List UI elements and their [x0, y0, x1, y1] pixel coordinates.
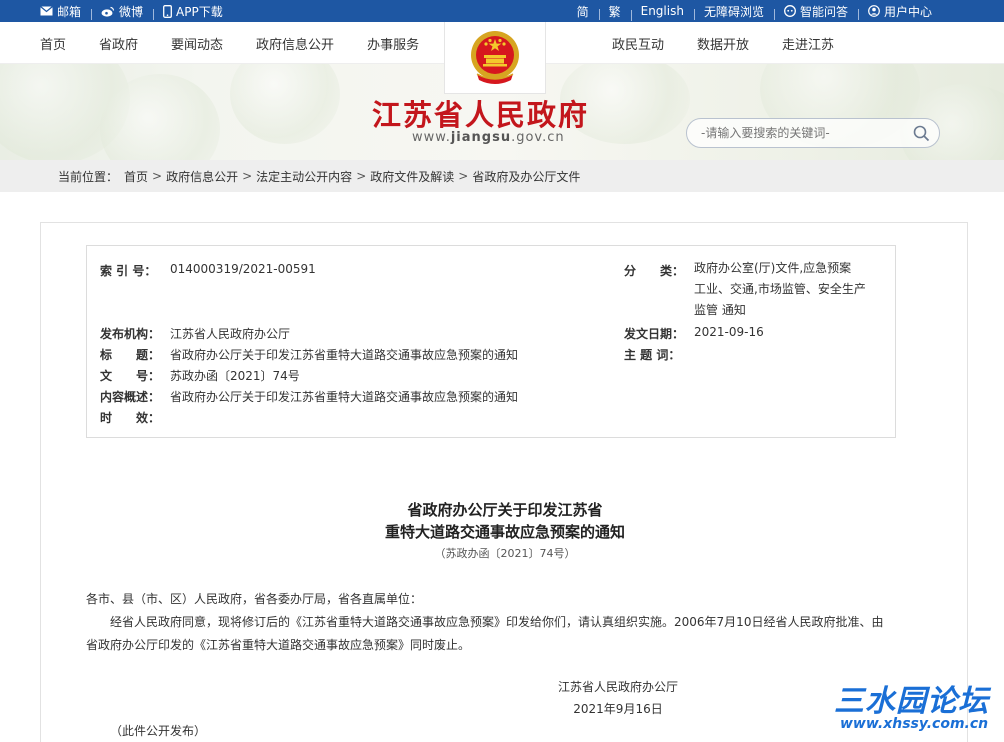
topbar-right-links: 简 繁 English 无障碍浏览 智能问答 用户中心 [567, 0, 942, 22]
breadcrumb-item[interactable]: 省政府及办公厅文件 [472, 168, 580, 185]
document-sign-date: 2021年9月16日 [573, 702, 663, 716]
nav-left-group: 首页 省政府 要闻动态 政府信息公开 办事服务 [40, 22, 419, 64]
breadcrumb-item[interactable]: 法定主动公开内容 [256, 168, 352, 185]
meta-summary-row: 内容概述： 省政府办公厅关于印发江苏省重特大道路交通事故应急预案的通知 [100, 388, 518, 405]
meta-value: 2021-09-16 [694, 325, 764, 339]
search-box [686, 118, 940, 148]
user-icon [868, 5, 880, 17]
url-prefix: www. [412, 130, 451, 145]
document-title-line-1: 省政府办公厅关于印发江苏省 [407, 501, 603, 519]
nav-home[interactable]: 首页 [40, 34, 66, 53]
document-metadata-table: 索 引 号： 014000319/2021-00591 分 类： 政府办公室(厅… [86, 245, 896, 438]
breadcrumb-label: 当前位置： [58, 169, 119, 184]
meta-label: 标 题： [100, 348, 161, 362]
document-footnote: （此件公开发布） [110, 724, 207, 738]
meta-label: 主 题 词： [624, 348, 681, 362]
meta-value: 省政府办公厅关于印发江苏省重特大道路交通事故应急预案的通知 [170, 348, 519, 362]
meta-index-row: 索 引 号： 014000319/2021-00591 [100, 262, 316, 279]
nav-interaction[interactable]: 政民互动 [612, 34, 664, 53]
meta-label: 分 类： [624, 264, 685, 278]
topbar-left-links: 邮箱 微博 APP下载 [40, 0, 233, 22]
meta-value: 政府办公室(厅)文件,应急预案 工业、交通,市场监管、安全生产监管 通知 [694, 261, 866, 317]
meta-label: 索 引 号： [100, 264, 157, 278]
nav-right-group: 政民互动 数据开放 走进江苏 [612, 22, 834, 64]
meta-label: 内容概述： [100, 390, 161, 404]
meta-category-row: 分 类： 政府办公室(厅)文件,应急预案 工业、交通,市场监管、安全生产监管 通… [624, 261, 866, 321]
breadcrumb: 当前位置： 首页 > 政府信息公开 > 法定主动公开内容 > 政府文件及解读 >… [58, 160, 580, 192]
watermark-url: www.xhssy.com.cn [840, 716, 989, 732]
nav-info-disclosure[interactable]: 政府信息公开 [256, 34, 334, 53]
national-emblem-tab[interactable] [444, 22, 546, 94]
meta-label: 发布机构： [100, 327, 161, 341]
url-domain: jiangsu [450, 130, 512, 145]
nav-provincial-government[interactable]: 省政府 [99, 34, 138, 53]
breadcrumb-item[interactable]: 政府文件及解读 [370, 168, 454, 185]
nav-open-data[interactable]: 数据开放 [697, 34, 749, 53]
breadcrumb-separator: > [242, 169, 253, 183]
breadcrumb-item[interactable]: 政府信息公开 [166, 168, 238, 185]
main-navigation: 首页 省政府 要闻动态 政府信息公开 办事服务 政民互动 数据开放 走进江苏 [0, 22, 1004, 94]
phone-icon [163, 4, 172, 18]
meta-value: 苏政办函〔2021〕74号 [170, 369, 300, 383]
meta-label: 文 号： [100, 369, 161, 383]
weibo-icon [101, 6, 115, 17]
meta-label: 时 效： [100, 411, 161, 425]
mail-link-label: 邮箱 [57, 4, 82, 19]
meta-validity-row: 时 效： [100, 409, 170, 426]
traditional-label: 繁 [608, 4, 621, 19]
nav-about-jiangsu[interactable]: 走进江苏 [782, 34, 834, 53]
simplified-chinese-link[interactable]: 简 [567, 3, 599, 20]
meta-title-row: 标 题： 省政府办公厅关于印发江苏省重特大道路交通事故应急预案的通知 [100, 346, 518, 363]
forum-watermark-logo: 三水园论坛 www.xhssy.com.cn [834, 676, 1004, 738]
document-title-line-2: 重特大道路交通事故应急预案的通知 [384, 523, 625, 541]
meta-docno-row: 文 号： 苏政办函〔2021〕74号 [100, 367, 300, 384]
breadcrumb-item[interactable]: 首页 [124, 168, 148, 185]
breadcrumb-separator: > [152, 169, 163, 183]
search-input[interactable] [701, 124, 901, 142]
accessibility-label: 无障碍浏览 [703, 4, 764, 19]
document-number: （苏政办函〔2021〕74号） [434, 547, 576, 560]
breadcrumb-separator: > [356, 169, 367, 183]
meta-subject-row: 主 题 词： [624, 346, 694, 363]
breadcrumb-separator: > [458, 169, 469, 183]
smart-qa-label: 智能问答 [799, 4, 848, 19]
mail-icon [40, 6, 53, 16]
accessibility-link[interactable]: 无障碍浏览 [693, 3, 774, 20]
url-suffix: .gov.cn [511, 130, 565, 145]
document-salutation: 各市、县（市、区）人民政府，省各委办厅局，省各直属单位： [86, 592, 423, 606]
document-paragraph-line: 经省人民政府同意，现将修订后的《江苏省重特大道路交通事故应急预案》印发给你们，请… [110, 615, 884, 629]
top-utility-bar: 邮箱 微博 APP下载 简 繁 English 无障碍浏览 智能问答 用户中心 [0, 0, 1004, 22]
weibo-link-label: 微博 [119, 4, 144, 19]
traditional-chinese-link[interactable]: 繁 [598, 3, 631, 20]
site-url: www.jiangsu.gov.cn [412, 130, 565, 145]
search-icon[interactable] [913, 125, 930, 142]
topbar-mail-link[interactable]: 邮箱 [40, 3, 91, 20]
nav-news[interactable]: 要闻动态 [171, 34, 223, 53]
site-title: 江苏省人民政府 [372, 98, 590, 132]
meta-value: 江苏省人民政府办公厅 [170, 327, 291, 341]
meta-issuer-row: 发布机构： 江苏省人民政府办公厅 [100, 325, 290, 342]
document-paragraph-line: 省政府办公厅印发的《江苏省重特大道路交通事故应急预案》同时废止。 [86, 638, 471, 652]
national-emblem-icon [471, 30, 519, 84]
nav-services[interactable]: 办事服务 [367, 34, 419, 53]
breadcrumb-bar: 当前位置： 首页 > 政府信息公开 > 法定主动公开内容 > 政府文件及解读 >… [0, 160, 1004, 192]
meta-label: 发文日期： [624, 327, 685, 341]
topbar-weibo-link[interactable]: 微博 [91, 3, 153, 20]
user-center-link[interactable]: 用户中心 [857, 3, 942, 20]
decor-flower [230, 64, 340, 144]
robot-icon [784, 5, 796, 17]
user-center-label: 用户中心 [883, 4, 932, 19]
topbar-app-link[interactable]: APP下载 [153, 3, 233, 20]
article-panel: 索 引 号： 014000319/2021-00591 分 类： 政府办公室(厅… [40, 222, 968, 742]
watermark-name: 三水园论坛 [834, 684, 989, 719]
meta-date-row: 发文日期： 2021-09-16 [624, 325, 764, 342]
meta-value: 省政府办公厅关于印发江苏省重特大道路交通事故应急预案的通知 [170, 390, 519, 404]
app-link-label: APP下载 [176, 4, 223, 19]
simplified-label: 简 [576, 4, 589, 19]
meta-value: 014000319/2021-00591 [170, 262, 316, 276]
english-label: English [640, 4, 684, 18]
document-signer: 江苏省人民政府办公厅 [557, 680, 678, 694]
smart-qa-link[interactable]: 智能问答 [773, 3, 858, 20]
english-link[interactable]: English [630, 4, 694, 21]
